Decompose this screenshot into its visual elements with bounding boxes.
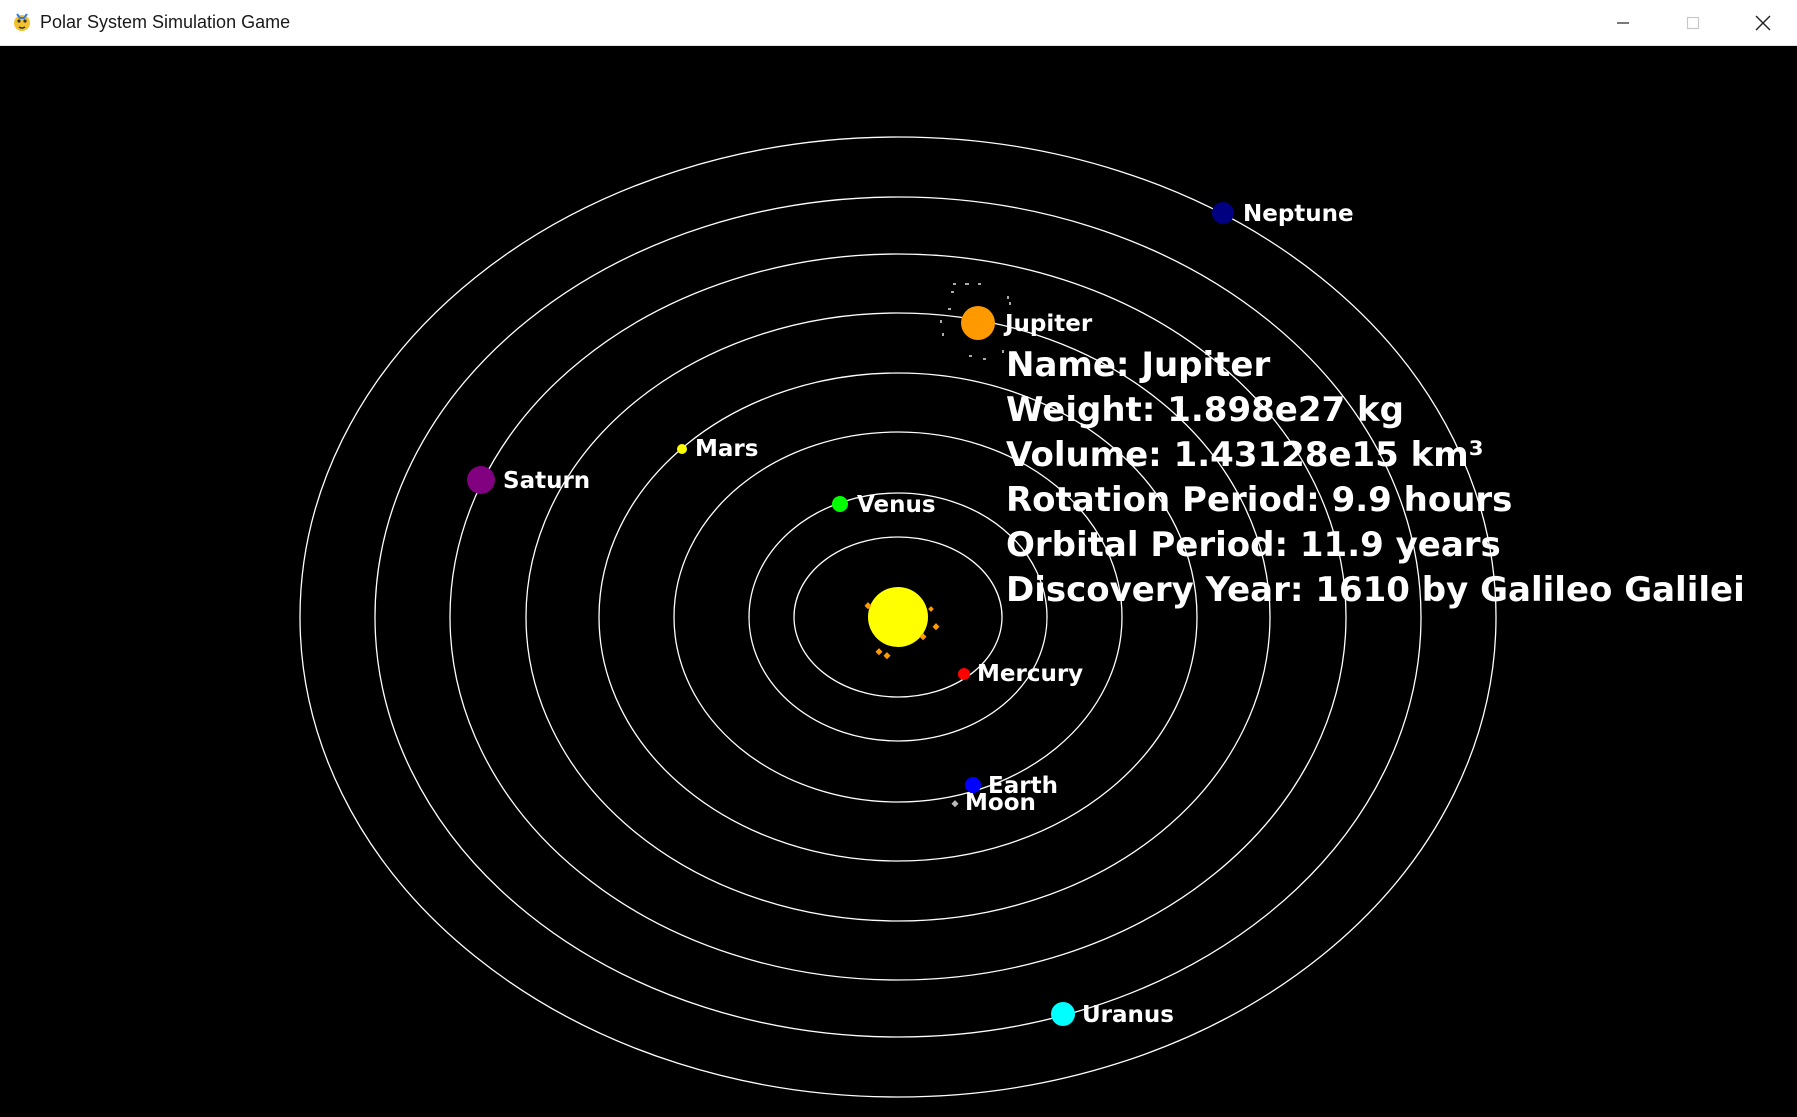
mercury-body[interactable] <box>958 668 970 680</box>
planet-neptune[interactable]: Neptune <box>1212 201 1354 227</box>
info-rotation-period: Rotation Period: 9.9 hours <box>1006 480 1512 520</box>
neptune-label: Neptune <box>1243 201 1354 227</box>
minimize-button[interactable] <box>1589 0 1657 46</box>
venus-label: Venus <box>857 492 936 518</box>
jupiter-label: Jupiter <box>1003 311 1093 337</box>
close-icon <box>1755 15 1771 31</box>
window-title: Polar System Simulation Game <box>40 12 291 32</box>
moon-label: Moon <box>965 790 1036 816</box>
info-orbital-period: Orbital Period: 11.9 years <box>1006 525 1501 565</box>
planet-saturn[interactable]: Saturn <box>467 466 590 494</box>
planet-uranus[interactable]: Uranus <box>1051 1002 1174 1028</box>
uranus-label: Uranus <box>1082 1002 1174 1028</box>
maximize-icon <box>1686 16 1700 30</box>
planet-venus[interactable]: Venus <box>832 492 936 518</box>
info-discovery-year: Discovery Year: 1610 by Galileo Galilei <box>1006 570 1745 610</box>
mercury-label: Mercury <box>977 661 1083 687</box>
planet-mercury[interactable]: Mercury <box>958 661 1083 687</box>
title-bar[interactable]: Polar System Simulation Game <box>0 0 1797 46</box>
moon[interactable]: Moon <box>951 790 1036 816</box>
sun-body[interactable] <box>868 587 928 647</box>
game-canvas[interactable]: Mercury Venus Earth Moon Mars Jupiter Sa… <box>0 46 1797 1117</box>
jupiter-body[interactable] <box>961 306 995 340</box>
sun[interactable] <box>864 587 940 660</box>
minimize-icon <box>1617 22 1629 24</box>
maximize-button[interactable] <box>1659 0 1727 46</box>
info-name: Name: Jupiter <box>1006 345 1270 385</box>
info-volume: Volume: 1.43128e15 km³ <box>1006 435 1484 475</box>
saturn-label: Saturn <box>503 468 590 494</box>
solar-system-view[interactable]: Mercury Venus Earth Moon Mars Jupiter Sa… <box>0 46 1797 1117</box>
game-window: Polar System Simulation Game Mercury Ven… <box>0 0 1797 1117</box>
planet-info-panel: Name: Jupiter Weight: 1.898e27 kg Volume… <box>1006 345 1745 610</box>
uranus-body[interactable] <box>1051 1002 1075 1026</box>
mars-body[interactable] <box>677 444 687 454</box>
saturn-body[interactable] <box>467 466 495 494</box>
info-weight: Weight: 1.898e27 kg <box>1006 390 1404 430</box>
neptune-body[interactable] <box>1212 202 1234 224</box>
moon-body[interactable] <box>951 800 959 808</box>
planet-mars[interactable]: Mars <box>677 436 758 462</box>
close-button[interactable] <box>1729 0 1797 46</box>
mars-label: Mars <box>695 436 758 462</box>
pygame-snake-icon <box>14 13 30 31</box>
venus-body[interactable] <box>832 496 848 512</box>
